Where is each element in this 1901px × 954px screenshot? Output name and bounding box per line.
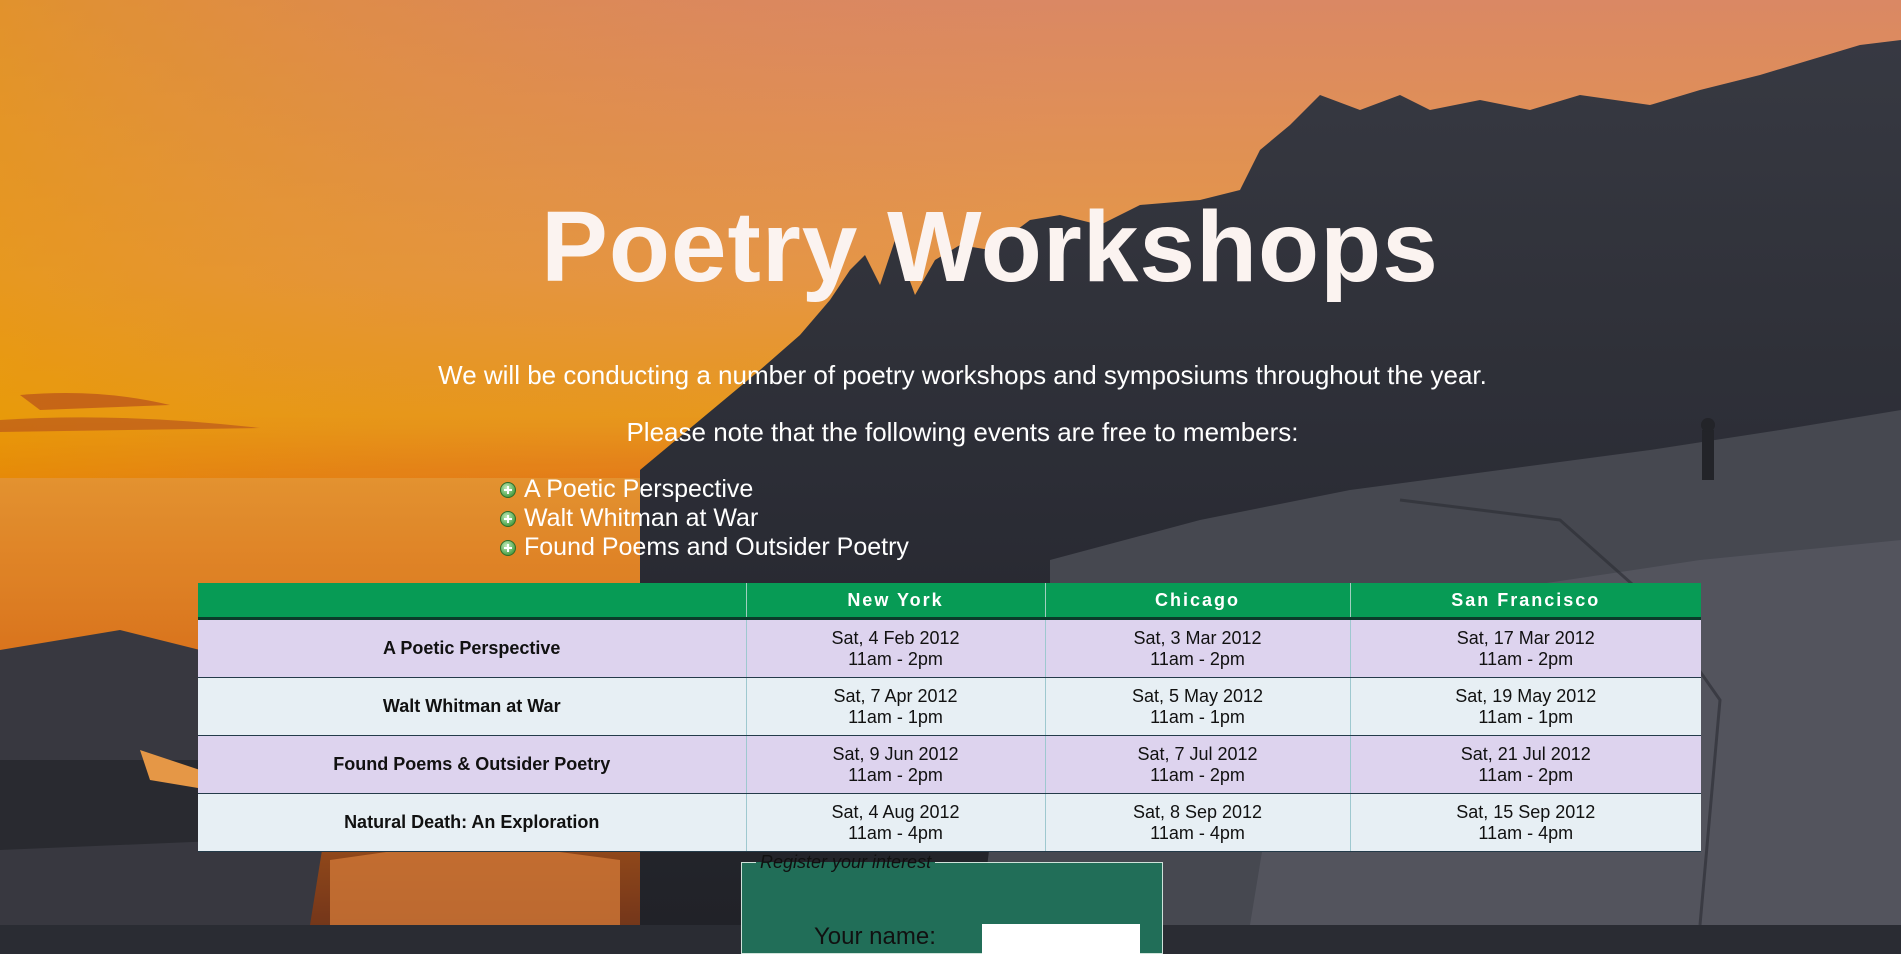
- page-title: Poetry Workshops: [541, 191, 1439, 303]
- date-text: Sat, 7 Jul 2012: [1137, 743, 1258, 764]
- date-text: Sat, 5 May 2012: [1131, 685, 1264, 706]
- plus-bullet-icon: [500, 510, 516, 527]
- time-text: 11am - 2pm: [1150, 764, 1245, 785]
- table-header-row: New York Chicago San Francisco: [198, 583, 1701, 620]
- list-item: Found Poems and Outsider Poetry: [500, 533, 909, 562]
- date-cell: Sat, 17 Mar 2012 11am - 2pm: [1349, 618, 1701, 678]
- plus-bullet-icon: [500, 481, 516, 498]
- date-cell: Sat, 15 Sep 2012 11am - 4pm: [1349, 793, 1701, 852]
- list-item: A Poetic Perspective: [500, 475, 909, 504]
- column-header-new-york: New York: [745, 583, 1045, 620]
- date-cell: Sat, 7 Jul 2012 11am - 2pm: [1044, 735, 1350, 794]
- event-name: Found Poems and Outsider Poetry: [524, 533, 909, 561]
- date-text: Sat, 7 Apr 2012: [833, 685, 958, 706]
- event-title-cell: A Poetic Perspective: [198, 618, 746, 678]
- time-text: 11am - 2pm: [848, 764, 943, 785]
- members-note: Please note that the following events ar…: [626, 417, 1299, 447]
- date-text: Sat, 8 Sep 2012: [1132, 801, 1263, 822]
- name-label: Your name:: [814, 923, 936, 950]
- date-text: Sat, 17 Mar 2012: [1456, 627, 1595, 648]
- table-row: Found Poems & Outsider Poetry Sat, 9 Jun…: [198, 735, 1701, 794]
- plus-bullet-icon: [500, 539, 516, 556]
- free-events-list: A Poetic Perspective Walt Whitman at War…: [500, 475, 909, 562]
- event-name: Walt Whitman at War: [524, 504, 759, 532]
- workshop-schedule-table: New York Chicago San Francisco A Poetic …: [198, 583, 1701, 852]
- date-text: Sat, 9 Jun 2012: [832, 743, 959, 764]
- time-text: 11am - 4pm: [1478, 822, 1574, 843]
- time-text: 11am - 4pm: [848, 822, 943, 843]
- time-text: 11am - 4pm: [1150, 822, 1245, 843]
- time-text: 11am - 2pm: [1478, 648, 1574, 669]
- event-title-cell: Found Poems & Outsider Poetry: [198, 735, 746, 794]
- date-cell: Sat, 21 Jul 2012 11am - 2pm: [1349, 735, 1701, 794]
- time-text: 11am - 2pm: [1478, 764, 1574, 785]
- date-cell: Sat, 5 May 2012 11am - 1pm: [1044, 677, 1350, 736]
- date-text: Sat, 4 Aug 2012: [831, 801, 960, 822]
- time-text: 11am - 2pm: [848, 648, 943, 669]
- date-text: Sat, 19 May 2012: [1455, 685, 1597, 706]
- column-header-empty: [198, 583, 746, 620]
- intro-text: We will be conducting a number of poetry…: [438, 360, 1487, 390]
- date-cell: Sat, 7 Apr 2012 11am - 1pm: [745, 677, 1045, 736]
- time-text: 11am - 1pm: [848, 706, 943, 727]
- page-content: Poetry Workshops We will be conducting a…: [0, 0, 1901, 954]
- table-row: Natural Death: An Exploration Sat, 4 Aug…: [198, 793, 1701, 852]
- column-header-chicago: Chicago: [1044, 583, 1350, 620]
- name-input[interactable]: [982, 924, 1140, 954]
- date-cell: Sat, 9 Jun 2012 11am - 2pm: [745, 735, 1045, 794]
- table-row: Walt Whitman at War Sat, 7 Apr 2012 11am …: [198, 677, 1701, 736]
- register-legend: Register your interest: [760, 852, 932, 872]
- date-text: Sat, 4 Feb 2012: [831, 627, 960, 648]
- date-cell: Sat, 4 Aug 2012 11am - 4pm: [745, 793, 1045, 852]
- list-item: Walt Whitman at War: [500, 504, 909, 533]
- date-cell: Sat, 3 Mar 2012 11am - 2pm: [1044, 618, 1350, 678]
- time-text: 11am - 1pm: [1150, 706, 1245, 727]
- event-name: A Poetic Perspective: [524, 475, 754, 503]
- date-text: Sat, 3 Mar 2012: [1133, 627, 1262, 648]
- time-text: 11am - 2pm: [1150, 648, 1245, 669]
- table-row: A Poetic Perspective Sat, 4 Feb 2012 11am…: [198, 618, 1701, 678]
- column-header-san-francisco: San Francisco: [1349, 583, 1701, 620]
- date-text: Sat, 21 Jul 2012: [1460, 743, 1591, 764]
- date-cell: Sat, 4 Feb 2012 11am - 2pm: [745, 618, 1045, 678]
- time-text: 11am - 1pm: [1478, 706, 1574, 727]
- date-cell: Sat, 8 Sep 2012 11am - 4pm: [1044, 793, 1350, 852]
- date-cell: Sat, 19 May 2012 11am - 1pm: [1349, 677, 1701, 736]
- event-title-cell: Walt Whitman at War: [198, 677, 746, 736]
- event-title-cell: Natural Death: An Exploration: [198, 793, 746, 852]
- date-text: Sat, 15 Sep 2012: [1456, 801, 1596, 822]
- register-interest-form: Register your interest Your name:: [741, 852, 1163, 954]
